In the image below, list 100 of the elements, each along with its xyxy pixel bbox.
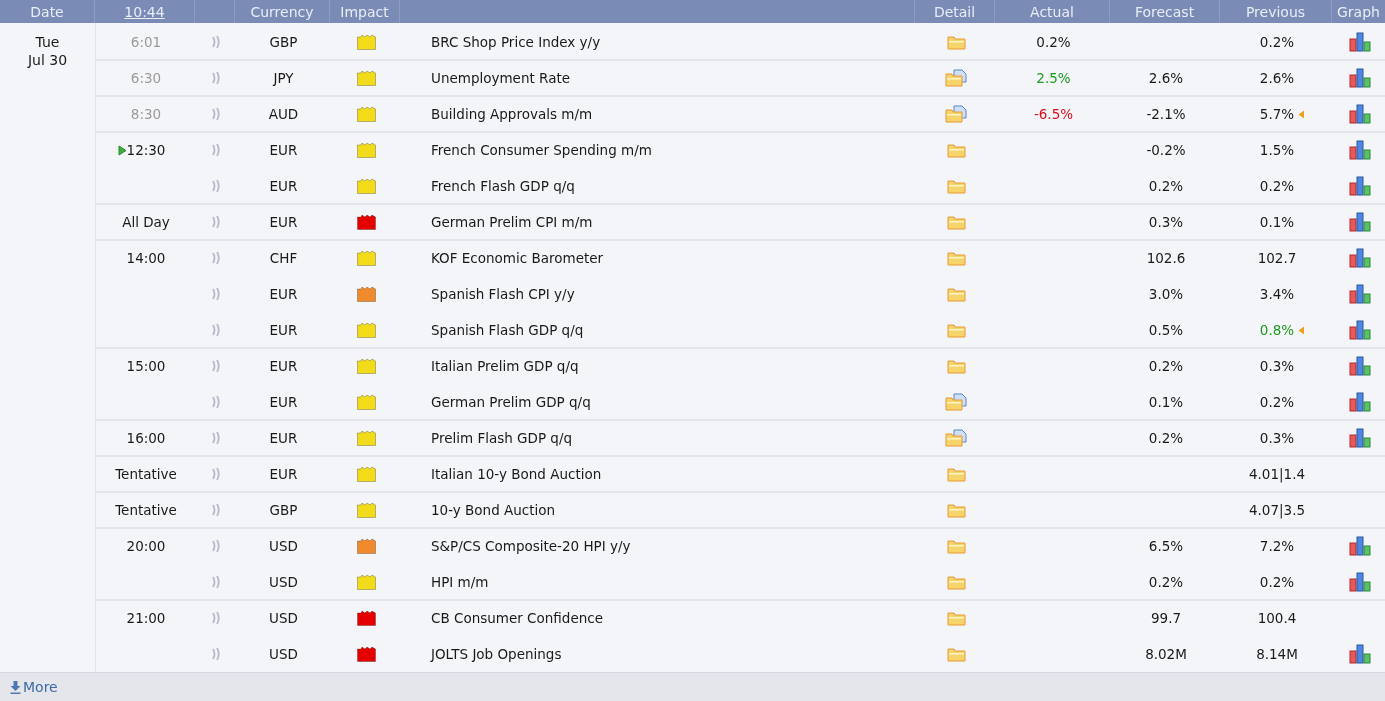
event-title[interactable]: Spanish Flash GDP q/q bbox=[431, 322, 584, 338]
bar-chart-icon[interactable] bbox=[1348, 320, 1371, 340]
folder-icon[interactable] bbox=[946, 250, 966, 266]
folder-document-icon[interactable] bbox=[945, 393, 967, 411]
forecast-value: 2.6% bbox=[1148, 70, 1184, 86]
event-title[interactable]: Unemployment Rate bbox=[431, 70, 570, 86]
folder-icon[interactable] bbox=[946, 322, 966, 338]
event-title[interactable]: Prelim Flash GDP q/q bbox=[431, 430, 573, 446]
forecast-value: 0.2% bbox=[1148, 574, 1184, 590]
column-header: Actual bbox=[995, 0, 1110, 23]
forecast-value: 0.1% bbox=[1148, 394, 1184, 410]
column-header: Date bbox=[0, 0, 95, 23]
event-title[interactable]: S&P/CS Composite-20 HPI y/y bbox=[431, 538, 631, 554]
sound-icon[interactable] bbox=[211, 395, 221, 409]
bar-chart-icon[interactable] bbox=[1348, 572, 1371, 592]
event-title[interactable]: KOF Economic Barometer bbox=[431, 250, 604, 266]
folder-icon[interactable] bbox=[946, 286, 966, 302]
folder-document-icon[interactable] bbox=[945, 105, 967, 123]
folder-icon[interactable] bbox=[946, 538, 966, 554]
column-header: Impact bbox=[330, 0, 400, 23]
date-text: Jul 30 bbox=[27, 52, 68, 68]
currency-text: EUR bbox=[269, 358, 298, 374]
bar-chart-icon[interactable] bbox=[1348, 428, 1371, 448]
bar-chart-icon[interactable] bbox=[1348, 536, 1371, 556]
event-title[interactable]: Italian Prelim GDP q/q bbox=[431, 358, 579, 374]
previous-value: 1.5% bbox=[1259, 142, 1295, 158]
bar-chart-icon[interactable] bbox=[1348, 32, 1371, 52]
sound-icon[interactable] bbox=[211, 215, 221, 229]
event-title[interactable]: BRC Shop Price Index y/y bbox=[431, 34, 601, 50]
folder-icon[interactable] bbox=[946, 142, 966, 158]
event-title[interactable]: German Prelim GDP q/q bbox=[431, 394, 591, 410]
folder-icon[interactable] bbox=[946, 34, 966, 50]
sound-icon[interactable] bbox=[211, 287, 221, 301]
event-title[interactable]: French Consumer Spending m/m bbox=[431, 142, 652, 158]
sound-icon[interactable] bbox=[211, 251, 221, 265]
weekday-text: Tue bbox=[35, 34, 60, 50]
sound-icon[interactable] bbox=[211, 179, 221, 193]
previous-value: 0.2% bbox=[1259, 394, 1295, 410]
sound-icon[interactable] bbox=[211, 35, 221, 49]
forecast-value: 8.02M bbox=[1145, 646, 1187, 662]
time-text: 14:00 bbox=[126, 250, 166, 266]
folder-document-icon[interactable] bbox=[945, 429, 967, 447]
bar-chart-icon[interactable] bbox=[1348, 104, 1371, 124]
sound-icon[interactable] bbox=[211, 575, 221, 589]
currency-text: EUR bbox=[269, 286, 298, 302]
bar-chart-icon[interactable] bbox=[1348, 248, 1371, 268]
event-title[interactable]: CB Consumer Confidence bbox=[431, 610, 603, 626]
currency-text: CHF bbox=[269, 250, 298, 266]
sound-icon[interactable] bbox=[211, 143, 221, 157]
sound-icon[interactable] bbox=[211, 71, 221, 85]
previous-value: 4.07|3.5 bbox=[1248, 502, 1306, 518]
sound-icon[interactable] bbox=[211, 503, 221, 517]
time-text: Tentative bbox=[115, 466, 177, 482]
time-text: All Day bbox=[122, 214, 170, 230]
event-title[interactable]: 10-y Bond Auction bbox=[431, 502, 556, 518]
folder-icon[interactable] bbox=[946, 646, 966, 662]
folder-icon[interactable] bbox=[946, 358, 966, 374]
sound-icon[interactable] bbox=[211, 611, 221, 625]
event-title[interactable]: Building Approvals m/m bbox=[431, 106, 593, 122]
currency-text: GBP bbox=[269, 502, 298, 518]
currency-text: USD bbox=[269, 610, 298, 626]
sound-icon[interactable] bbox=[211, 467, 221, 481]
time-text: 6:30 bbox=[130, 70, 162, 86]
bar-chart-icon[interactable] bbox=[1348, 392, 1371, 412]
currency-text: AUD bbox=[268, 106, 299, 122]
folder-icon[interactable] bbox=[946, 574, 966, 590]
folder-icon[interactable] bbox=[946, 610, 966, 626]
forecast-value: 0.5% bbox=[1148, 322, 1184, 338]
bar-chart-icon[interactable] bbox=[1348, 212, 1371, 232]
sound-icon[interactable] bbox=[211, 539, 221, 553]
time-text: Tentative bbox=[115, 502, 177, 518]
sound-icon[interactable] bbox=[211, 431, 221, 445]
time-text: 6:01 bbox=[130, 34, 162, 50]
folder-icon[interactable] bbox=[946, 214, 966, 230]
event-title[interactable]: HPI m/m bbox=[431, 574, 489, 590]
bar-chart-icon[interactable] bbox=[1348, 68, 1371, 88]
folder-icon[interactable] bbox=[946, 178, 966, 194]
forecast-value: 0.2% bbox=[1148, 358, 1184, 374]
event-title[interactable]: Italian 10-y Bond Auction bbox=[431, 466, 602, 482]
event-title[interactable]: French Flash GDP q/q bbox=[431, 178, 575, 194]
bar-chart-icon[interactable] bbox=[1348, 644, 1371, 664]
event-title[interactable]: JOLTS Job Openings bbox=[431, 646, 562, 662]
sound-icon[interactable] bbox=[211, 323, 221, 337]
bar-chart-icon[interactable] bbox=[1348, 140, 1371, 160]
event-title[interactable]: German Prelim CPI m/m bbox=[431, 214, 593, 230]
previous-value: 0.2% bbox=[1259, 574, 1295, 590]
folder-icon[interactable] bbox=[946, 466, 966, 482]
event-title[interactable]: Spanish Flash CPI y/y bbox=[431, 286, 575, 302]
more-link[interactable]: More bbox=[10, 679, 58, 695]
bar-chart-icon[interactable] bbox=[1348, 356, 1371, 376]
previous-value: 100.4 bbox=[1257, 610, 1297, 626]
time-text: 12:30 bbox=[126, 142, 166, 158]
bar-chart-icon[interactable] bbox=[1348, 176, 1371, 196]
sound-icon[interactable] bbox=[211, 359, 221, 373]
folder-icon[interactable] bbox=[946, 502, 966, 518]
previous-value: 4.01|1.4 bbox=[1248, 466, 1306, 482]
folder-document-icon[interactable] bbox=[945, 69, 967, 87]
sound-icon[interactable] bbox=[211, 107, 221, 121]
bar-chart-icon[interactable] bbox=[1348, 284, 1371, 304]
sound-icon[interactable] bbox=[211, 647, 221, 661]
